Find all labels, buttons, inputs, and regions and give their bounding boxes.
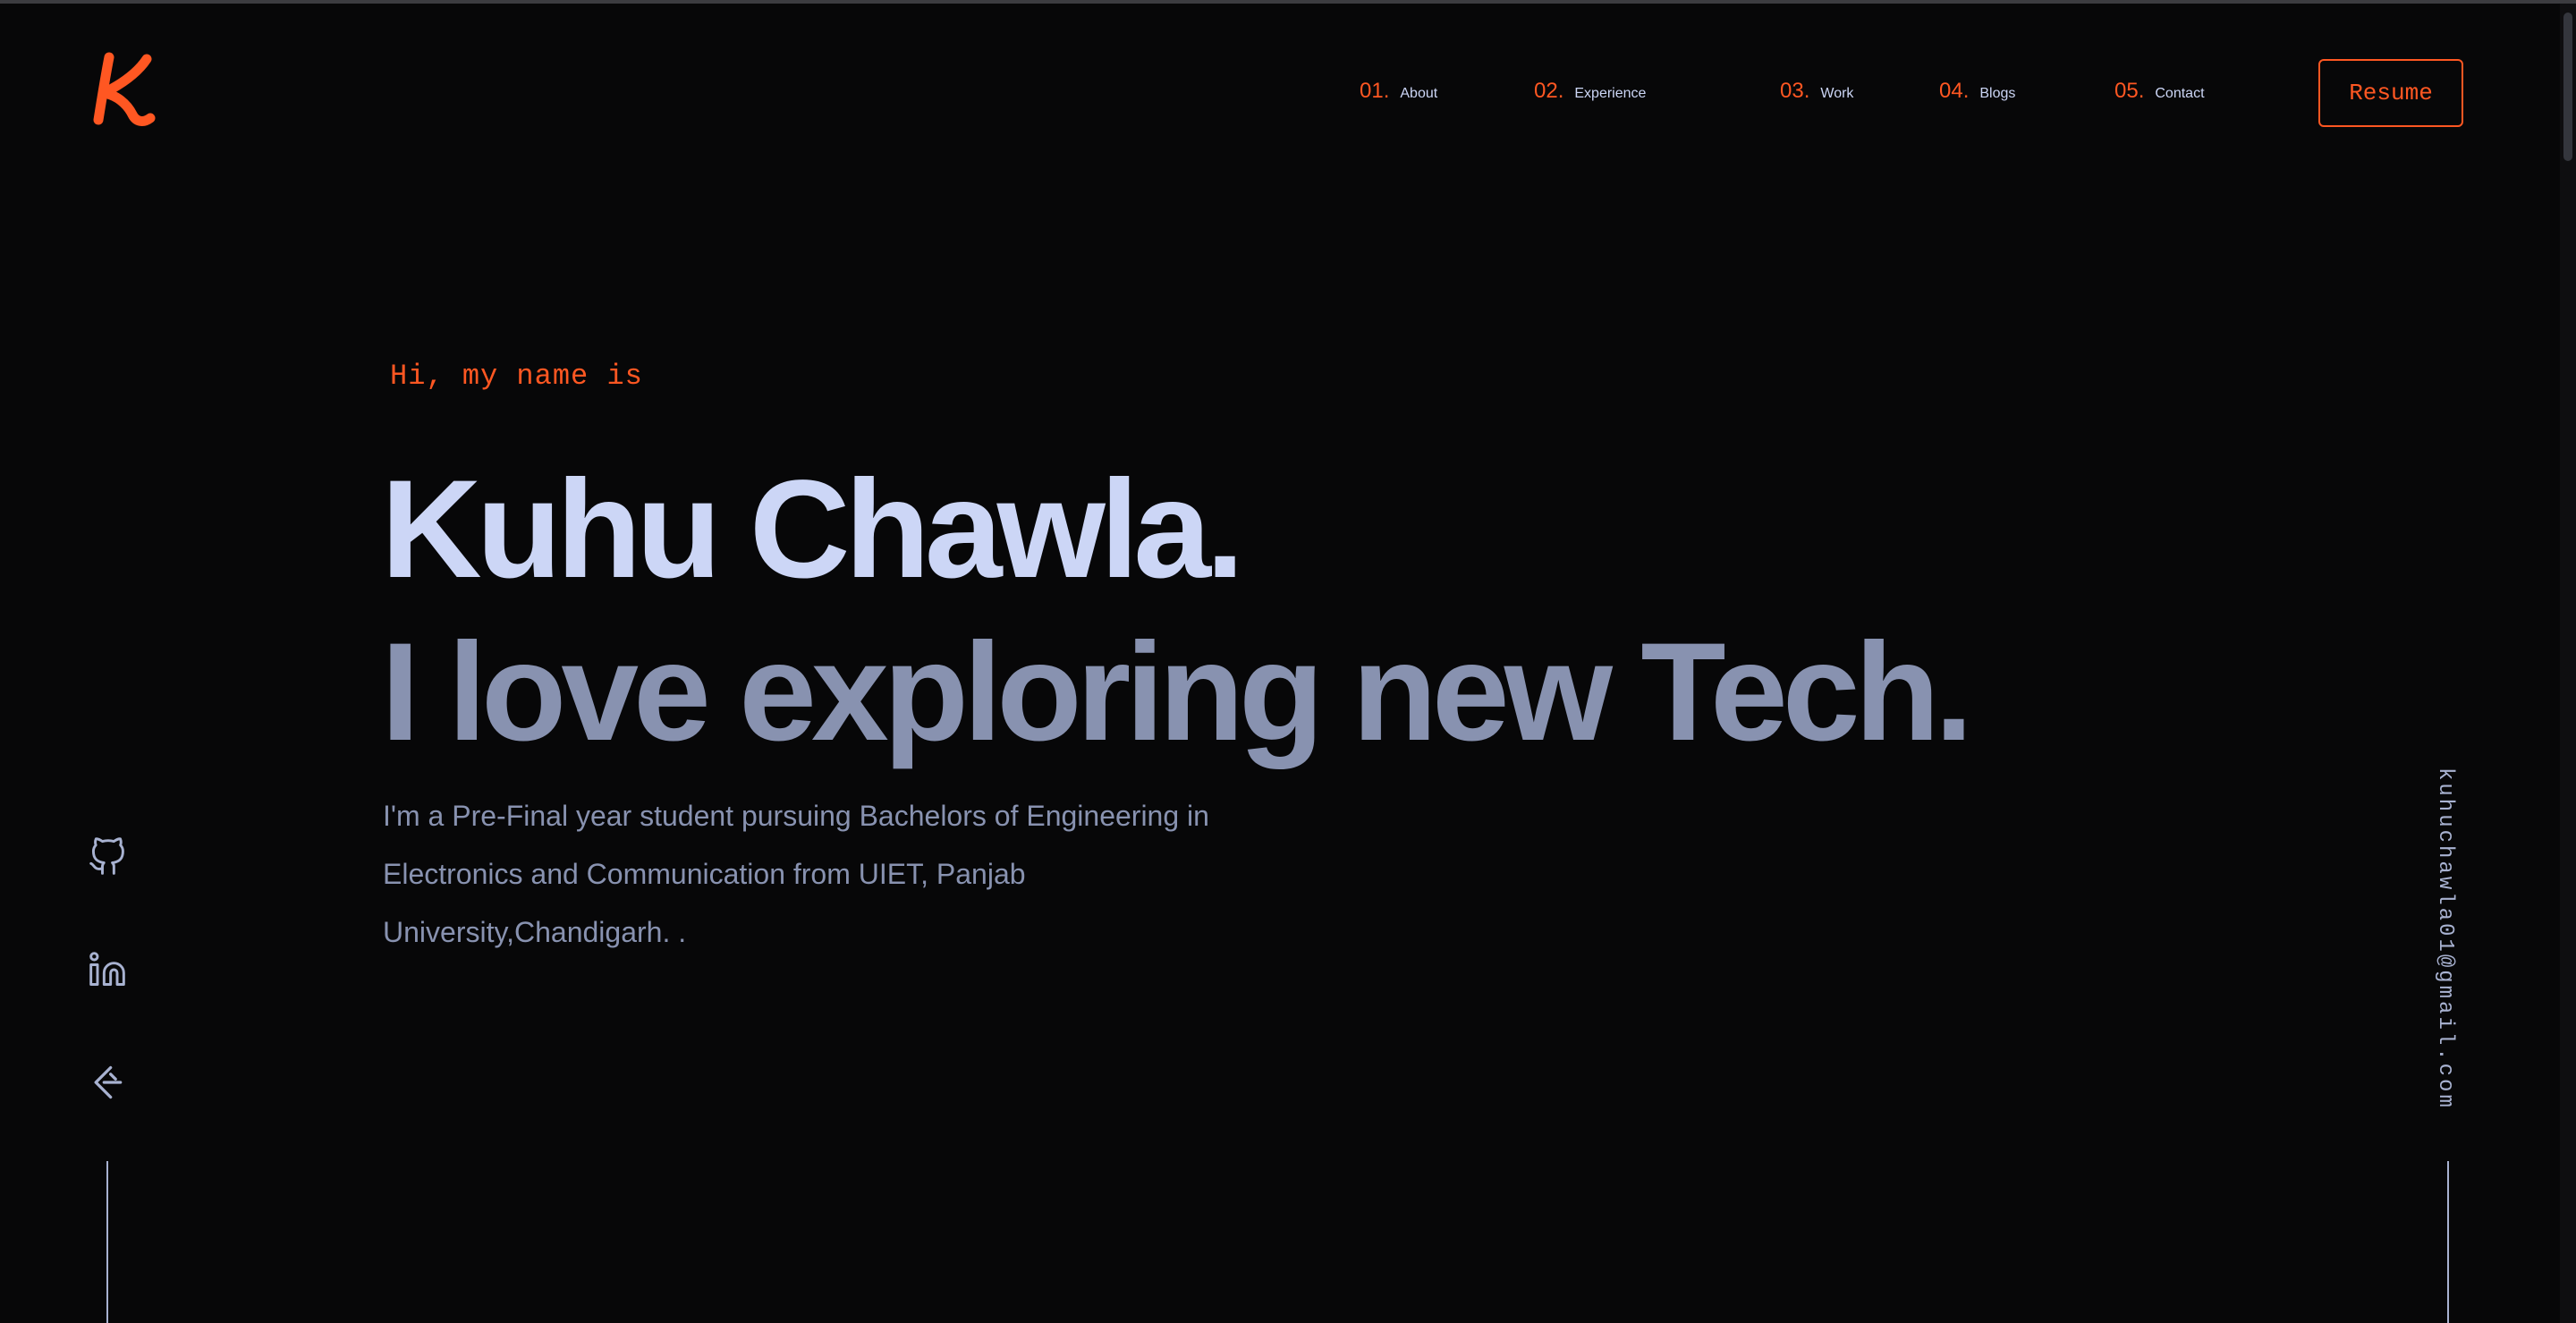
hero-greeting: Hi, my name is [390, 360, 643, 393]
social-divider-line [106, 1161, 108, 1323]
linkedin-icon [89, 952, 125, 986]
leetcode-icon [94, 1065, 123, 1099]
github-link[interactable] [82, 832, 132, 882]
nav-number: 02. [1534, 79, 1564, 103]
email-link[interactable]: kuhuchawla01@gmail.com [2433, 768, 2457, 1110]
leetcode-link[interactable] [82, 1057, 132, 1107]
nav-item-work[interactable]: 03. Work [1780, 79, 1853, 104]
logo[interactable] [91, 48, 163, 134]
nav-item-blogs[interactable]: 04. Blogs [1939, 79, 2015, 104]
nav-number: 01. [1360, 79, 1390, 103]
logo-k-icon [93, 52, 156, 126]
nav-label: Experience [1574, 86, 1647, 101]
nav-label: Work [1820, 86, 1854, 101]
nav-number: 03. [1780, 79, 1810, 103]
nav-label: Blogs [1979, 86, 2016, 101]
nav-number: 05. [2114, 79, 2145, 103]
nav-number: 04. [1939, 79, 1970, 103]
hero-tagline: I love exploring new Tech. [381, 615, 1973, 770]
nav-item-contact[interactable]: 05. Contact [2114, 79, 2205, 104]
scrollbar[interactable] [2560, 4, 2576, 1323]
nav-item-about[interactable]: 01. About [1360, 79, 1437, 104]
scrollbar-thumb[interactable] [2563, 13, 2572, 161]
window-top-border [0, 0, 2576, 4]
nav-label: About [1400, 86, 1438, 101]
linkedin-link[interactable] [82, 945, 132, 995]
nav-item-experience[interactable]: 02. Experience [1534, 79, 1646, 104]
github-icon [89, 837, 124, 875]
hero-bio: I'm a Pre-Final year student pursuing Ba… [383, 800, 1209, 948]
hero-name: Kuhu Chawla. [381, 452, 1244, 607]
social-links [82, 832, 132, 1170]
nav-label: Contact [2155, 86, 2205, 101]
email-divider-line [2447, 1161, 2449, 1323]
resume-button[interactable]: Resume [2318, 59, 2463, 127]
